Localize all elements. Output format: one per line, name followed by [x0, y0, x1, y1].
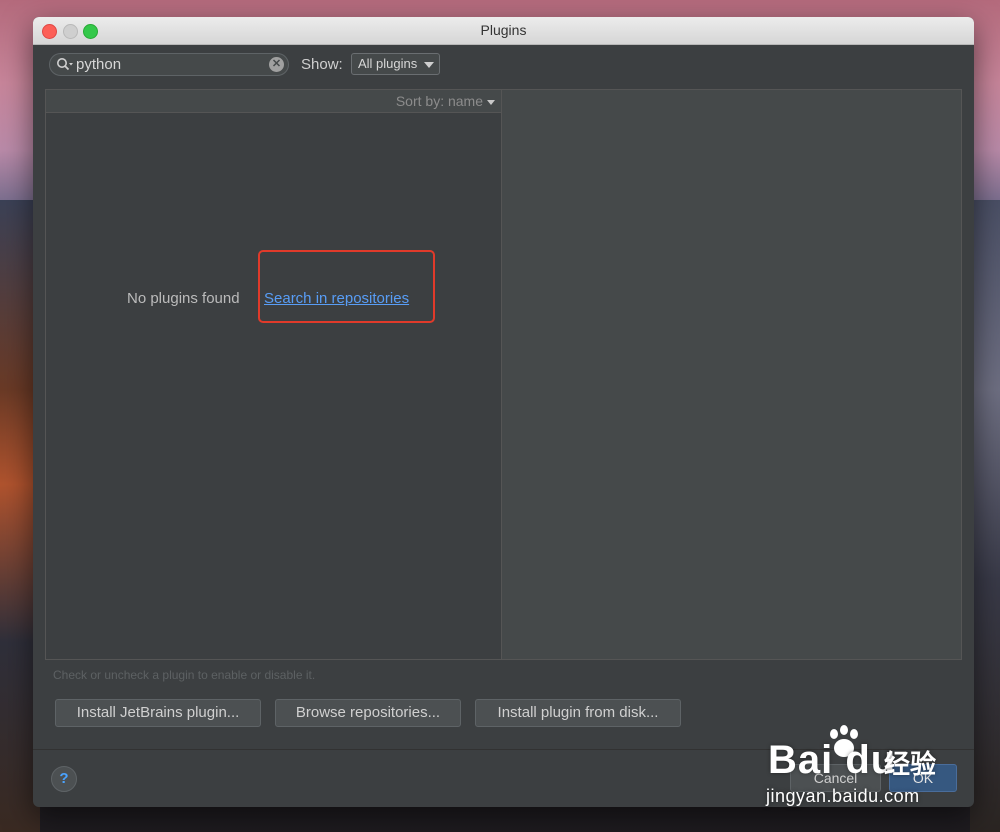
chevron-down-icon — [424, 62, 434, 68]
search-input[interactable] — [76, 56, 261, 73]
clear-icon[interactable]: ✕ — [269, 57, 284, 72]
chevron-down-icon — [487, 99, 495, 105]
window-title: Plugins — [480, 22, 527, 38]
install-jetbrains-plugin-button[interactable]: Install JetBrains plugin... — [55, 699, 261, 727]
sort-label: Sort by: name — [395, 93, 483, 109]
plugin-details-panel — [502, 89, 962, 660]
watermark-brand: Bai du — [768, 738, 897, 782]
no-plugins-text: No plugins found — [127, 290, 240, 307]
watermark-url: jingyan.baidu.com — [766, 786, 920, 806]
plugin-list-panel: Sort by: name No plugins found Search in… — [45, 89, 502, 660]
show-filter-dropdown[interactable]: All plugins — [351, 53, 440, 75]
search-in-repositories-link[interactable]: Search in repositories — [264, 290, 409, 307]
baidu-watermark: Bai du 经验 jingyan.baidu.com — [766, 722, 956, 812]
watermark-cn-text: 经验 — [884, 749, 937, 779]
search-icon[interactable] — [56, 57, 74, 78]
title-bar: Plugins — [33, 17, 974, 45]
help-icon[interactable]: ? — [51, 766, 77, 792]
highlight-annotation-box — [258, 250, 435, 323]
plugin-search-box[interactable]: ✕ — [49, 53, 289, 76]
install-from-disk-button[interactable]: Install plugin from disk... — [475, 699, 681, 727]
sort-header[interactable]: Sort by: name — [46, 90, 501, 113]
plugins-dialog: Plugins ✕ Show: All plugins Sort by: nam… — [33, 17, 974, 807]
toolbar: ✕ Show: All plugins — [33, 45, 974, 89]
hint-text: Check or uncheck a plugin to enable or d… — [53, 668, 316, 682]
browse-repositories-button[interactable]: Browse repositories... — [275, 699, 461, 727]
show-filter-value: All plugins — [358, 56, 418, 71]
desktop-background-right — [970, 200, 1000, 832]
show-label: Show: — [301, 56, 343, 73]
